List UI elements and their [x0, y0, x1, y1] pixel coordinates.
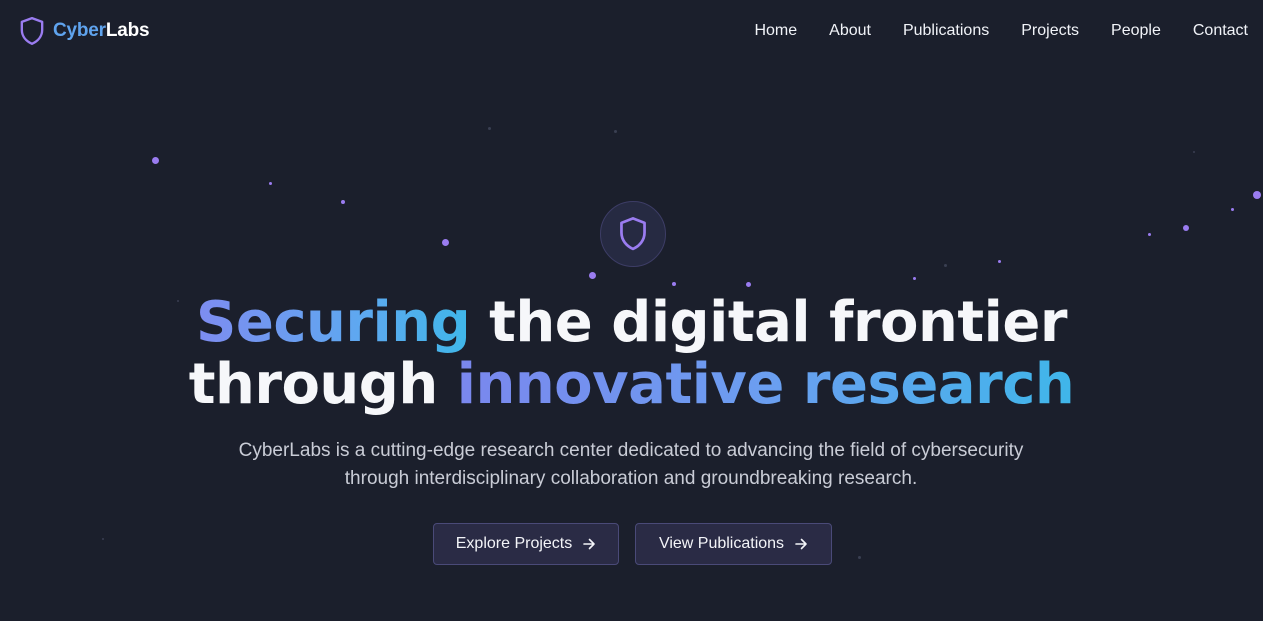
shield-icon: [620, 217, 646, 251]
shield-icon: [20, 16, 44, 46]
particle: [341, 200, 345, 204]
nav-link-contact[interactable]: Contact: [1193, 22, 1248, 40]
view-publications-label: View Publications: [658, 535, 785, 552]
nav-link-home[interactable]: Home: [754, 22, 797, 40]
particle: [944, 264, 947, 267]
particle: [152, 157, 159, 164]
headline-highlight-research: innovative research: [456, 352, 1075, 417]
particle: [1231, 208, 1234, 211]
particle: [1183, 225, 1189, 231]
page: CyberLabs Home About Publications Projec…: [0, 0, 1263, 621]
particle: [746, 282, 751, 287]
hero-headline: Securing the digital frontier through in…: [0, 292, 1263, 416]
nav-link-people[interactable]: People: [1111, 22, 1161, 40]
particle: [672, 282, 676, 286]
particle: [488, 127, 491, 130]
particle: [1253, 191, 1261, 199]
particle: [442, 239, 449, 246]
headline-text-2: through: [188, 352, 457, 417]
top-nav: CyberLabs Home About Publications Projec…: [0, 0, 1263, 62]
hero-subtitle: CyberLabs is a cutting-edge research cen…: [238, 440, 1024, 489]
particle: [269, 182, 272, 185]
particle: [858, 556, 861, 559]
brand-name: CyberLabs: [53, 20, 150, 42]
arrow-right-icon: [583, 538, 596, 550]
hero-shield-badge: [600, 201, 666, 267]
particle: [614, 130, 617, 133]
brand-name-cyber: Cyber: [53, 20, 106, 41]
brand-logo-link[interactable]: CyberLabs: [19, 16, 150, 46]
view-publications-button[interactable]: View Publications: [635, 523, 832, 565]
explore-projects-button[interactable]: Explore Projects: [433, 523, 619, 565]
nav-links: Home About Publications Projects People …: [754, 22, 1248, 40]
particle: [1148, 233, 1151, 236]
particle: [913, 277, 916, 280]
particle: [998, 260, 1001, 263]
particle: [102, 538, 104, 540]
particle: [589, 272, 596, 279]
headline-highlight-securing: Securing: [196, 290, 471, 355]
particle: [1193, 151, 1195, 153]
brand-name-labs: Labs: [105, 20, 150, 41]
arrow-right-icon: [795, 538, 807, 550]
nav-link-publications[interactable]: Publications: [903, 22, 989, 40]
nav-link-about[interactable]: About: [829, 22, 871, 40]
nav-link-projects[interactable]: Projects: [1021, 22, 1079, 40]
headline-text-1: the digital frontier: [470, 290, 1067, 355]
explore-projects-label: Explore Projects: [455, 535, 573, 552]
